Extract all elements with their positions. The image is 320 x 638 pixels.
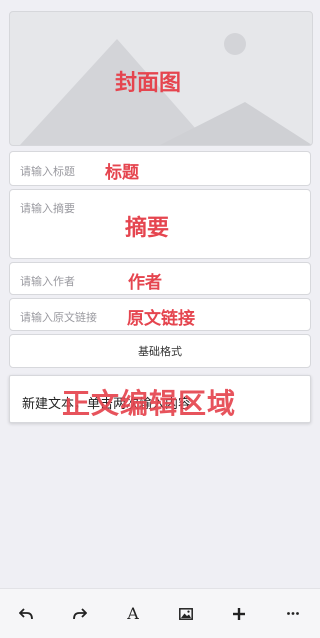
body-editor[interactable]: 新建文本，单击两次输入内容 正文编辑区域 <box>9 375 311 423</box>
title-placeholder: 请输入标题 <box>20 165 75 178</box>
title-input[interactable]: 请输入标题 标题 <box>9 151 311 186</box>
summary-annotation-label: 摘要 <box>125 216 170 241</box>
author-annotation-label: 作者 <box>128 273 162 293</box>
image-icon <box>179 607 193 620</box>
summary-placeholder: 请输入摘要 <box>20 202 75 215</box>
text-format-button[interactable]: A <box>113 589 153 638</box>
source-link-placeholder: 请输入原文链接 <box>20 311 97 324</box>
add-button[interactable] <box>219 589 259 638</box>
undo-icon <box>19 607 33 619</box>
title-annotation-label: 标题 <box>105 163 139 183</box>
text-format-icon: A <box>127 604 139 623</box>
more-button[interactable] <box>273 589 313 638</box>
undo-button[interactable] <box>6 589 46 638</box>
author-input[interactable]: 请输入作者 作者 <box>9 262 311 295</box>
insert-image-button[interactable] <box>166 589 206 638</box>
more-icon <box>287 612 299 615</box>
bottom-toolbar: A <box>0 588 320 638</box>
basic-format-button[interactable]: 基础格式 <box>9 334 311 368</box>
cover-annotation-label: 封面图 <box>115 71 182 96</box>
redo-button[interactable] <box>60 589 100 638</box>
source-link-input[interactable]: 请输入原文链接 原文链接 <box>9 298 311 331</box>
summary-input[interactable]: 请输入摘要 摘要 <box>9 189 311 259</box>
author-placeholder: 请输入作者 <box>20 275 75 288</box>
cover-image-picker[interactable]: 封面图 <box>9 11 313 146</box>
source-link-annotation-label: 原文链接 <box>127 309 195 329</box>
redo-icon <box>73 607 87 619</box>
editor-annotation-label: 正文编辑区域 <box>62 387 237 420</box>
add-icon <box>233 607 245 620</box>
